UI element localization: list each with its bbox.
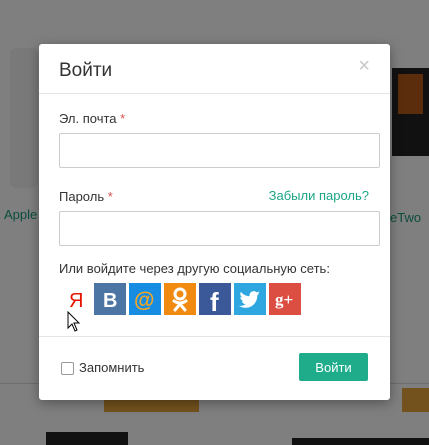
vkontakte-login-button[interactable]: В xyxy=(94,283,126,315)
google-plus-login-button[interactable]: g+ xyxy=(269,283,301,315)
svg-text:g+: g+ xyxy=(275,290,293,309)
login-submit-button[interactable]: Войти xyxy=(299,353,368,381)
password-field[interactable] xyxy=(59,211,380,246)
facebook-icon: f xyxy=(210,287,219,315)
password-label: Пароль * xyxy=(59,189,113,204)
facebook-login-button[interactable]: f xyxy=(199,283,231,315)
modal-header: Войти × xyxy=(39,44,390,94)
login-modal: Войти × Эл. почта * Пароль * Забыли паро… xyxy=(39,44,390,400)
svg-text:f: f xyxy=(210,287,219,315)
mail-ru-icon: @ xyxy=(134,289,154,312)
mail-ru-login-button[interactable]: @ xyxy=(129,283,161,315)
twitter-login-button[interactable] xyxy=(234,283,266,315)
email-field[interactable] xyxy=(59,133,380,168)
odnoklassniki-login-button[interactable] xyxy=(164,283,196,315)
mouse-pointer-icon xyxy=(67,311,81,332)
svg-text:Я: Я xyxy=(69,290,83,312)
email-label-text: Эл. почта xyxy=(59,111,117,126)
twitter-icon xyxy=(239,291,260,308)
forgot-password-link[interactable]: Забыли пароль? xyxy=(269,188,369,203)
modal-title: Войти xyxy=(59,60,113,81)
required-mark: * xyxy=(107,189,113,204)
password-label-text: Пароль xyxy=(59,189,105,204)
email-label: Эл. почта * xyxy=(59,111,125,126)
odnoklassniki-icon xyxy=(172,287,188,312)
svg-text:@: @ xyxy=(134,289,154,312)
remember-label[interactable]: Запомнить xyxy=(79,360,144,375)
social-login-prompt: Или войдите через другую социальную сеть… xyxy=(59,261,330,276)
remember-checkbox[interactable] xyxy=(61,362,74,375)
svg-text:В: В xyxy=(103,290,117,312)
google-plus-icon: g+ xyxy=(275,290,293,309)
close-button[interactable]: × xyxy=(358,56,370,76)
vk-icon: В xyxy=(103,290,117,312)
required-mark: * xyxy=(120,111,126,126)
